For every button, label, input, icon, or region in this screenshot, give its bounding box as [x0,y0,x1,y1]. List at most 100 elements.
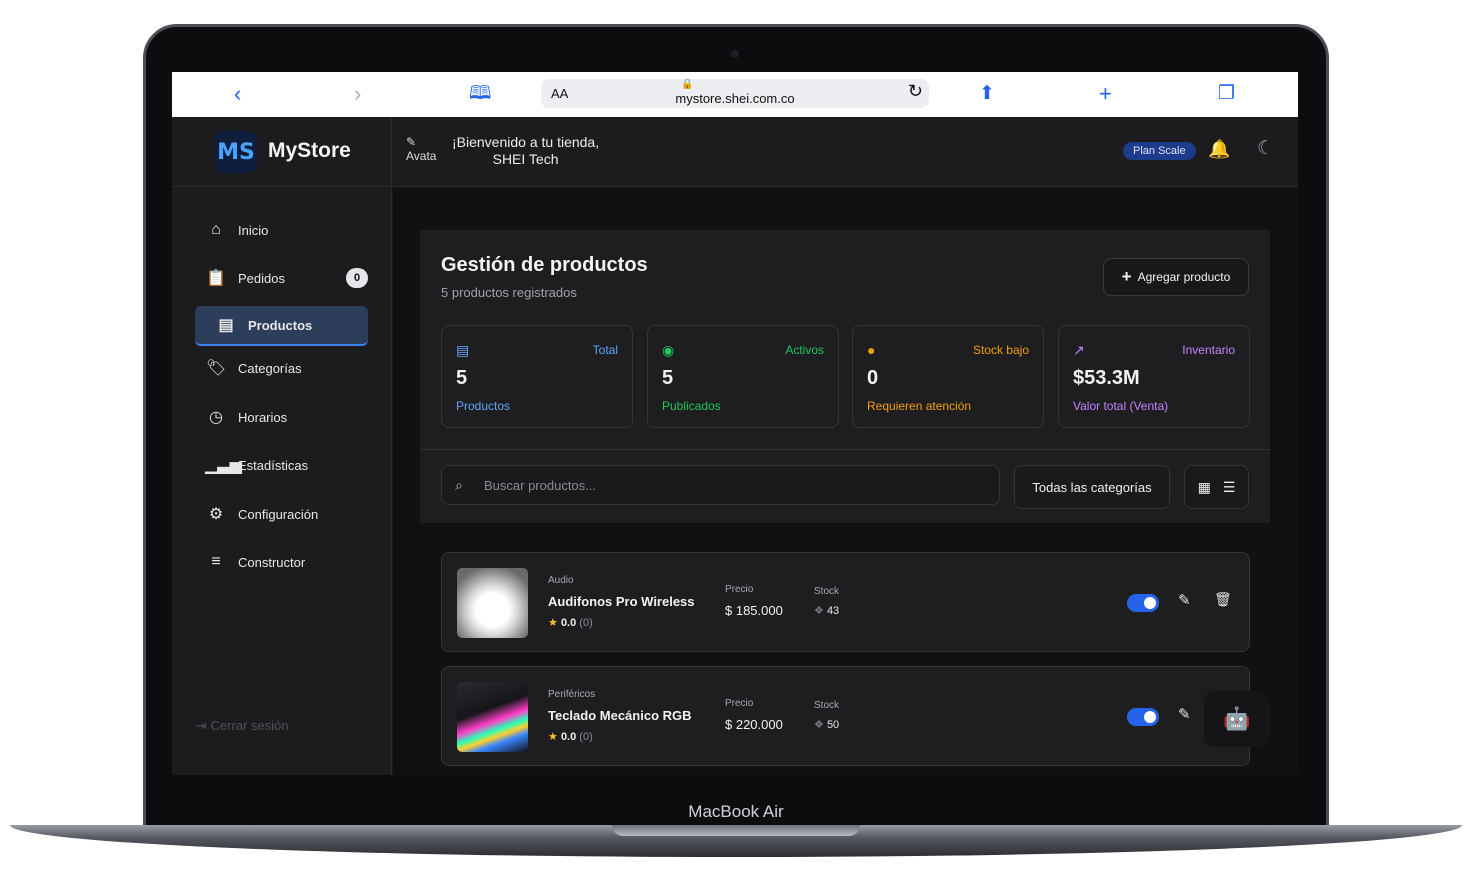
orders-count-badge: 0 [346,268,368,288]
product-rating: ★ 0.0 (0) [548,616,593,629]
products-panel: Gestión de productos 5 productos registr… [420,230,1270,523]
url-text: mystore.shei.com.co [675,91,795,106]
share-icon[interactable]: ⬆ [979,80,995,108]
alert-icon: ● [867,342,876,358]
bar-chart-icon: ▁▃▅ [205,457,242,474]
stat-desc: Valor total (Venta) [1073,399,1169,413]
chart-line-icon: ↗ [1073,342,1085,358]
sidebar-item-label: Constructor [238,554,306,570]
layers-icon: ≡ [211,553,221,570]
box-icon: ▤ [456,342,470,358]
sidebar-item-horarios[interactable]: ◷ Horarios [195,397,368,437]
tags-icon: 🏷 [205,360,227,377]
product-name: Audifonos Pro Wireless [548,594,695,609]
rating-value: 0.0 [560,731,577,743]
product-active-toggle[interactable] [1127,708,1159,726]
toggle-knob [1144,711,1156,723]
price-label: Precio [725,698,754,709]
chatbot-robot-icon[interactable]: 🤖 [1204,691,1270,747]
product-row: Periféricos Teclado Mecánico RGB ★ 0.0 (… [441,666,1250,766]
new-tab-icon[interactable]: + [1099,80,1112,108]
view-toggle: ▦ ☰ [1184,465,1249,509]
product-active-toggle[interactable] [1127,594,1159,612]
search-input[interactable] [484,474,984,496]
stat-value: $53.3M [1073,367,1140,389]
sidebar-item-constructor[interactable]: ≡ Constructor [195,542,368,582]
cubes-icon: ❖ [814,605,824,617]
forward-icon[interactable]: › [354,80,361,108]
laptop-notch [612,825,860,836]
store-name: SHEI Tech [492,151,559,167]
tabs-icon[interactable]: ❐ [1218,80,1235,108]
plan-badge[interactable]: Plan Scale [1123,142,1196,160]
moon-icon[interactable]: ☾ [1257,137,1274,160]
bookmarks-icon[interactable]: 🕮 [469,80,491,108]
stat-label: Total [592,343,618,357]
stat-label: Inventario [1182,343,1235,357]
back-icon[interactable]: ‹ [234,80,241,108]
product-category: Periféricos [548,689,596,700]
welcome-line-1: ¡Bienvenido a tu tienda, [452,134,600,150]
browser-toolbar: ‹ › 🕮 AA 🔒 mystore.shei.com.co ↻ ⬆ + ❐ [172,72,1298,117]
search-box: ⌕ [441,465,1000,505]
sidebar-item-estadisticas[interactable]: ▁▃▅ Estadísticas [195,445,368,485]
sidebar-item-pedidos[interactable]: 📋 Pedidos 0 [195,258,368,298]
camera-icon [731,50,739,58]
product-stock: ❖ 50 [814,718,839,731]
star-icon: ★ [548,731,558,743]
rating-count: (0) [579,731,593,743]
reload-icon[interactable]: ↻ [908,81,923,102]
grid-view-icon[interactable]: ▦ [1198,479,1211,496]
sidebar: ⌂ Inicio 📋 Pedidos 0 ▤ Productos 🏷 Categ… [172,188,392,775]
sidebar-item-productos[interactable]: ▤ Productos [195,306,368,346]
trash-icon[interactable]: 🗑 [1214,591,1232,608]
pencil-icon[interactable]: ✎ [1178,591,1191,609]
sidebar-item-label: Horarios [238,409,288,425]
avatar[interactable]: ✎ Avata [406,135,446,163]
products-count-text: 5 productos registrados [441,285,577,300]
rating-count: (0) [579,617,593,629]
brand-name: MyStore [268,139,351,162]
stock-label: Stock [814,700,840,711]
product-stock: ❖ 43 [814,604,839,617]
star-icon: ★ [548,617,558,629]
plus-icon: + [1121,267,1132,286]
clock-icon: ◷ [209,409,223,426]
app-header: MS MyStore ✎ Avata ¡Bienvenido a tu tien… [172,117,1298,187]
main-content: Gestión de productos 5 productos registr… [393,188,1298,775]
toggle-knob [1144,597,1156,609]
stat-desc: Publicados [662,399,721,413]
category-filter-select[interactable]: Todas las categorías [1014,465,1170,509]
sidebar-item-label: Productos [248,317,313,333]
sidebar-item-label: Estadísticas [238,457,309,473]
cubes-icon: ❖ [814,719,824,731]
screen: ‹ › 🕮 AA 🔒 mystore.shei.com.co ↻ ⬆ + ❐ M… [172,72,1298,775]
add-product-button[interactable]: + Agregar producto [1103,258,1249,296]
brand-logo: MS [215,131,257,173]
list-view-icon[interactable]: ☰ [1223,479,1236,496]
sidebar-item-configuracion[interactable]: ⚙ Configuración [195,494,368,534]
price-label: Precio [725,584,754,595]
brand[interactable]: MS MyStore [172,117,392,187]
pencil-icon[interactable]: ✎ [1178,705,1191,723]
home-icon: ⌂ [211,221,221,238]
sidebar-item-inicio[interactable]: ⌂ Inicio [195,210,368,250]
stock-value: 50 [826,719,840,731]
bell-icon[interactable]: 🔔 [1208,139,1230,160]
stat-value: 5 [662,367,674,389]
eye-icon: ◉ [662,342,675,358]
logout-label: Cerrar sesión [210,718,289,733]
add-product-label: Agregar producto [1137,270,1231,284]
logout-button[interactable]: ⇥ Cerrar sesión [196,718,289,734]
address-bar[interactable]: AA 🔒 mystore.shei.com.co ↻ [541,79,929,108]
laptop-mockup: MacBook Air ‹ › 🕮 AA 🔒 mystore.shei.com.… [0,0,1477,876]
product-image [457,682,528,752]
sidebar-item-label: Categorías [238,360,302,376]
welcome-message: ¡Bienvenido a tu tienda, SHEI Tech [452,134,599,168]
product-name: Teclado Mecánico RGB [548,708,692,723]
product-row: Audio Audifonos Pro Wireless ★ 0.0 (0) P… [441,552,1250,652]
sidebar-item-categorias[interactable]: 🏷 Categorías [195,348,368,388]
stat-value: 0 [867,367,879,389]
gear-icon: ⚙ [208,506,224,523]
product-price: $ 185.000 [725,603,783,618]
